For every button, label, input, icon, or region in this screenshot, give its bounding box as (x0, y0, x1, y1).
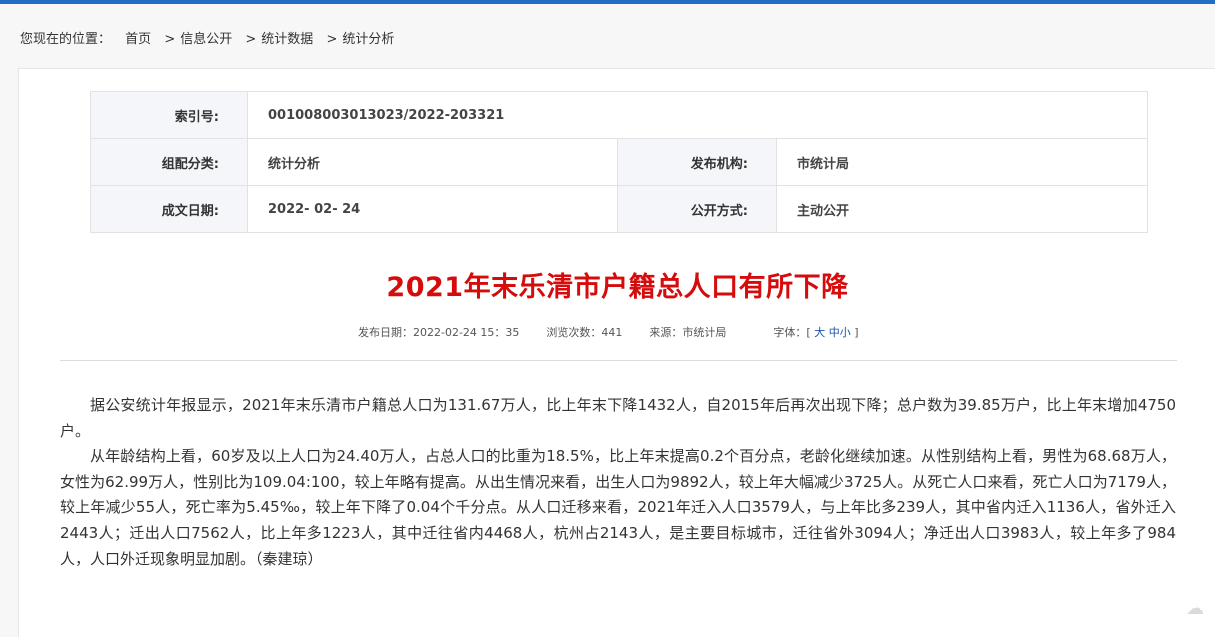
breadcrumb-separator: > (164, 32, 176, 47)
date-value: 2022- 02- 24 (247, 185, 618, 233)
article-title: 2021年末乐清市户籍总人口有所下降 (386, 272, 849, 303)
category-label: 组配分类: (90, 138, 248, 186)
index-label: 索引号: (90, 91, 248, 139)
table-row: 成文日期: 2022- 02- 24 公开方式: 主动公开 (90, 185, 1149, 233)
pub-date-label: 发布日期： (358, 326, 413, 339)
font-size-medium-link[interactable]: 中 (829, 326, 840, 339)
top-accent-bar (0, 0, 1215, 4)
font-size-label: 字体： (773, 326, 807, 339)
breadcrumb-separator: > (326, 32, 338, 47)
metadata-table: 索引号: 001008003013023/2022-203321 组配分类: 统… (90, 91, 1149, 233)
views-label: 浏览次数： (546, 326, 602, 339)
category-value: 统计分析 (247, 138, 618, 186)
table-row: 索引号: 001008003013023/2022-203321 (90, 91, 1149, 139)
table-row: 组配分类: 统计分析 发布机构: 市统计局 (90, 138, 1149, 186)
watermark-icon: ☁ (1186, 598, 1204, 619)
breadcrumb-prefix: 您现在的位置： (20, 32, 112, 47)
breadcrumb: 您现在的位置： 首页 > 信息公开 > 统计数据 > 统计分析 (20, 28, 394, 47)
breadcrumb-separator: > (245, 32, 257, 47)
index-value: 001008003013023/2022-203321 (246, 91, 1149, 139)
disclosure-label: 公开方式: (617, 185, 777, 233)
breadcrumb-item-stats[interactable]: 统计数据 (261, 28, 313, 47)
breadcrumb-item-info[interactable]: 信息公开 (180, 28, 232, 47)
date-label: 成文日期: (90, 185, 248, 233)
disclosure-value: 主动公开 (775, 185, 1149, 233)
divider (60, 360, 1177, 361)
views-count: 441 (601, 326, 623, 339)
source-value: 市统计局 (682, 326, 727, 339)
publisher-value: 市统计局 (775, 138, 1149, 186)
font-size-bracket-close: ] (854, 326, 859, 339)
pub-date: 2022-02-24 15：35 (413, 326, 520, 339)
breadcrumb-item-analysis[interactable]: 统计分析 (342, 28, 394, 47)
article-body: 据公安统计年报显示，2021年末乐清市户籍总人口为131.67万人，比上年末下降… (60, 393, 1176, 572)
article-card: 索引号: 001008003013023/2022-203321 组配分类: 统… (18, 68, 1215, 637)
publish-info: 发布日期：2022-02-24 15：35 浏览次数：441 来源：市统计局 字… (358, 324, 859, 340)
source-label: 来源： (649, 326, 683, 339)
font-size-bracket-open: [ (806, 326, 811, 339)
font-size-large-link[interactable]: 大 (814, 326, 825, 339)
breadcrumb-item-home[interactable]: 首页 (125, 28, 151, 47)
font-size-small-link[interactable]: 小 (840, 326, 851, 339)
publisher-label: 发布机构: (617, 138, 777, 186)
article-paragraph: 从年龄结构上看，60岁及以上人口为24.40万人，占总人口的比重为18.5%，比… (60, 447, 1176, 568)
article-paragraph: 据公安统计年报显示，2021年末乐清市户籍总人口为131.67万人，比上年末下降… (60, 396, 1176, 440)
